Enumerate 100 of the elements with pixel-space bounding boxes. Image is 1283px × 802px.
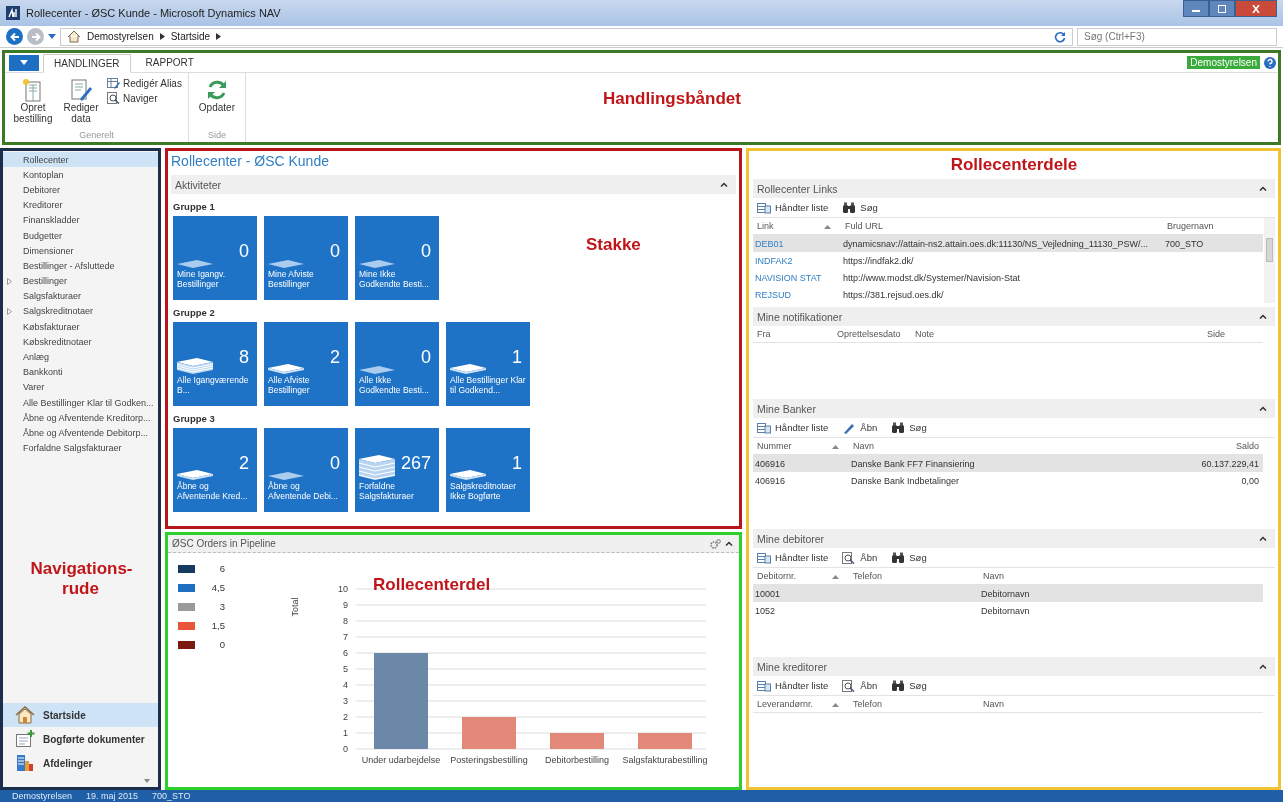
nav-item[interactable]: Forfaldne Salgsfakturaer bbox=[3, 440, 158, 456]
minimize-button[interactable] bbox=[1183, 0, 1209, 17]
link[interactable]: INDFAK2 bbox=[753, 255, 841, 266]
breadcrumb-item[interactable]: Startside bbox=[170, 31, 211, 42]
nav-item[interactable]: Debitorer bbox=[3, 182, 158, 198]
activity-tile[interactable]: 1 Alle Bestillinger Klar til Godkend... bbox=[446, 322, 530, 406]
activity-tile[interactable]: 0 Mine Afviste Bestillinger bbox=[264, 216, 348, 300]
nav-item[interactable]: Anlæg bbox=[3, 349, 158, 365]
column-header[interactable]: Navn bbox=[849, 441, 1143, 451]
column-header[interactable]: Note bbox=[911, 329, 1203, 339]
nav-item[interactable]: Åbne og Afventende Debitorp... bbox=[3, 425, 158, 441]
table-row[interactable]: NAVISION STAT http://www.modst.dk/Systemer/Navision-Stat bbox=[753, 269, 1263, 286]
ribbon-button[interactable]: Redigér Alias bbox=[107, 77, 182, 89]
menu-button[interactable] bbox=[9, 54, 39, 71]
nav-item[interactable]: Dimensioner bbox=[3, 243, 158, 259]
activity-tile[interactable]: 2 Alle Afviste Bestillinger bbox=[264, 322, 348, 406]
toolbar-button[interactable]: Åbn bbox=[842, 551, 878, 564]
table-row[interactable]: REJSUD https://381.rejsud.oes.dk/ bbox=[753, 286, 1263, 303]
home-icon[interactable] bbox=[67, 30, 81, 43]
collapse-icon[interactable] bbox=[1259, 314, 1267, 319]
collapse-icon[interactable] bbox=[1259, 186, 1267, 191]
nav-item[interactable]: Bestillinger - Afsluttede bbox=[3, 258, 158, 274]
activity-tile[interactable]: 1 Salgskreditnotaer Ikke Bogførte bbox=[446, 428, 530, 512]
ribbon-button[interactable]: Naviger bbox=[107, 92, 182, 104]
activity-tile[interactable]: 0 Mine Igangv. Bestillinger bbox=[173, 216, 257, 300]
nav-item[interactable]: Kontoplan bbox=[3, 167, 158, 183]
nav-item[interactable]: Købskreditnotaer bbox=[3, 334, 158, 350]
link[interactable]: DEB01 bbox=[753, 238, 841, 249]
toolbar-button[interactable]: Håndter liste bbox=[757, 201, 829, 214]
collapse-icon[interactable] bbox=[725, 541, 733, 546]
nav-item[interactable]: Bankkonti bbox=[3, 364, 158, 380]
column-header[interactable]: Brugernavn bbox=[1163, 221, 1263, 231]
toolbar-button[interactable]: Søg bbox=[891, 421, 927, 434]
nav-item[interactable]: Bestillinger bbox=[3, 273, 158, 289]
column-header[interactable]: Navn bbox=[979, 571, 1263, 581]
nav-item[interactable]: Alle Bestillinger Klar til Godken... bbox=[3, 395, 158, 411]
activity-tile[interactable]: 2 Åbne og Afventende Kred... bbox=[173, 428, 257, 512]
column-header[interactable]: Fuld URL bbox=[841, 221, 1163, 231]
toolbar-button[interactable]: Åbn bbox=[842, 421, 878, 434]
collapse-icon[interactable] bbox=[1259, 406, 1267, 411]
table-row[interactable]: 10001 Debitornavn bbox=[753, 585, 1263, 602]
link[interactable]: NAVISION STAT bbox=[753, 272, 841, 283]
activity-tile[interactable]: 8 Alle Igangværende B... bbox=[173, 322, 257, 406]
collapse-icon[interactable] bbox=[1259, 536, 1267, 541]
breadcrumb-item[interactable]: Demostyrelsen bbox=[87, 31, 154, 42]
search-field[interactable]: Søg (Ctrl+F3) bbox=[1077, 27, 1277, 46]
activity-tile[interactable]: 0 Alle Ikke Godkendte Besti... bbox=[355, 322, 439, 406]
column-header[interactable]: Side bbox=[1203, 329, 1263, 339]
column-header[interactable]: Fra bbox=[753, 329, 833, 339]
dropdown-caret-icon[interactable] bbox=[48, 34, 56, 39]
toolbar-button[interactable]: Søg bbox=[842, 201, 878, 214]
ribbon-button[interactable]: Rediger data bbox=[59, 77, 103, 130]
column-header[interactable]: Telefon bbox=[849, 699, 979, 709]
table-row[interactable]: 1052 Debitornavn bbox=[753, 602, 1263, 619]
table-row[interactable]: INDFAK2 https://indfak2.dk/ bbox=[753, 252, 1263, 269]
scroll-down-icon[interactable] bbox=[144, 779, 150, 783]
table-row[interactable]: 406916 Danske Bank FF7 Finansiering 60.137.229,41 bbox=[753, 455, 1263, 472]
column-header[interactable]: Link bbox=[753, 221, 841, 231]
nav-item[interactable]: Kreditorer bbox=[3, 197, 158, 213]
help-icon[interactable] bbox=[1264, 56, 1276, 69]
ribbon-button[interactable]: Opret bestilling bbox=[11, 77, 55, 130]
back-button[interactable] bbox=[6, 28, 23, 45]
table-row[interactable]: 406916 Danske Bank Indbetalinger 0,00 bbox=[753, 472, 1263, 489]
nav-item[interactable]: Finanskladder bbox=[3, 212, 158, 228]
collapse-icon[interactable] bbox=[720, 182, 728, 187]
nav-item[interactable]: Budgetter bbox=[3, 227, 158, 244]
scrollbar[interactable] bbox=[1264, 218, 1275, 303]
column-header[interactable]: Nummer bbox=[753, 441, 849, 451]
link[interactable]: REJSUD bbox=[753, 289, 841, 300]
column-header[interactable]: Oprettelsesdato bbox=[833, 329, 911, 339]
toolbar-button[interactable]: Håndter liste bbox=[757, 421, 829, 434]
maximize-button[interactable] bbox=[1209, 0, 1235, 17]
column-header[interactable]: Telefon bbox=[849, 571, 979, 581]
chevron-icon[interactable] bbox=[159, 33, 165, 40]
chevron-icon[interactable] bbox=[216, 33, 222, 40]
column-header[interactable]: Saldo bbox=[1143, 441, 1263, 451]
toolbar-button[interactable]: Søg bbox=[891, 679, 927, 692]
refresh-icon[interactable] bbox=[1054, 30, 1066, 43]
column-header[interactable]: Navn bbox=[979, 699, 1263, 709]
nav-item[interactable]: Salgskreditnotaer bbox=[3, 303, 158, 320]
nav-item[interactable]: Rollecenter bbox=[3, 152, 158, 168]
table-row[interactable]: DEB01 dynamicsnav://attain-ns2.attain.oes.dk:11130/NS_Vejledning_11130_PSW/... 700_STO bbox=[753, 235, 1263, 252]
collapse-icon[interactable] bbox=[1259, 664, 1267, 669]
nav-item[interactable]: Varer bbox=[3, 379, 158, 395]
toolbar-button[interactable]: Åbn bbox=[842, 679, 878, 692]
nav-button[interactable]: Startside bbox=[3, 703, 158, 727]
toolbar-button[interactable]: Håndter liste bbox=[757, 551, 829, 564]
activity-tile[interactable]: 0 Mine Ikke Godkendte Besti... bbox=[355, 216, 439, 300]
close-button[interactable] bbox=[1235, 0, 1277, 17]
nav-button[interactable]: Afdelinger bbox=[3, 751, 158, 775]
column-header[interactable]: Leverandørnr. bbox=[753, 699, 849, 709]
column-header[interactable]: Debitornr. bbox=[753, 571, 849, 581]
nav-item[interactable]: Købsfakturaer bbox=[3, 319, 158, 335]
activity-tile[interactable]: 267 Forfaldne Salgsfakturaer bbox=[355, 428, 439, 512]
activity-tile[interactable]: 0 Åbne og Afventende Debi... bbox=[264, 428, 348, 512]
ribbon-button[interactable]: Opdater bbox=[194, 77, 239, 130]
toolbar-button[interactable]: Søg bbox=[891, 551, 927, 564]
nav-button[interactable]: Bogførte dokumenter bbox=[3, 727, 158, 751]
nav-item[interactable]: Åbne og Afventende Kreditorp... bbox=[3, 410, 158, 426]
gear-icon[interactable] bbox=[709, 538, 721, 549]
